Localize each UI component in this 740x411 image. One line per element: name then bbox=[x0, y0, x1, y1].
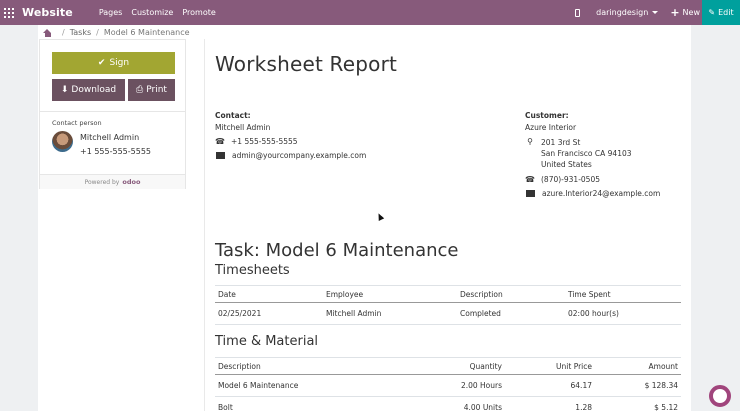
contact-person-phone: +1 555-555-5555 bbox=[80, 147, 152, 156]
col-employee: Employee bbox=[326, 289, 364, 299]
timesheets-table: Date Employee Description Time Spent 02/… bbox=[215, 285, 681, 325]
brand-title[interactable]: Website bbox=[22, 6, 73, 19]
top-navbar: Website Pages Customize Promote daringde… bbox=[0, 0, 740, 25]
contact-label: Contact: bbox=[215, 111, 251, 120]
sign-label: Sign bbox=[109, 58, 130, 68]
col-description: Description bbox=[460, 289, 503, 299]
worksheet-report: Worksheet Report Contact: Mitchell Admin… bbox=[204, 39, 690, 411]
customer-phone: (870)-931-0505 bbox=[541, 175, 600, 184]
contact-person-name: Mitchell Admin bbox=[80, 133, 140, 142]
contact-phone-line: ☎ +1 555-555-5555 bbox=[215, 137, 366, 146]
customer-name: Azure Interior bbox=[525, 123, 577, 132]
customer-phone-line: ☎ (870)-931-0505 bbox=[525, 175, 660, 184]
contact-person-label: Contact person bbox=[52, 119, 102, 127]
table-header: Date Employee Description Time Spent bbox=[215, 285, 681, 303]
customer-email: azure.Interior24@example.com bbox=[542, 189, 661, 198]
table-row: 02/25/2021 Mitchell Admin Completed 02:0… bbox=[215, 303, 681, 325]
edit-button[interactable]: ✎ Edit bbox=[702, 0, 740, 25]
table-row: Model 6 Maintenance 2.00 Hours 64.17 $ 1… bbox=[215, 375, 681, 397]
caret-down-icon bbox=[652, 11, 659, 14]
contact-block: Contact: Mitchell Admin ☎ +1 555-555-555… bbox=[215, 111, 366, 165]
breadcrumb-separator: / bbox=[62, 28, 65, 37]
user-dropdown[interactable]: daringdesign bbox=[596, 8, 659, 17]
breadcrumb-tasks[interactable]: Tasks bbox=[70, 28, 91, 37]
download-label: Download bbox=[71, 85, 117, 95]
col-amount: Amount bbox=[648, 361, 678, 371]
home-icon[interactable] bbox=[43, 28, 52, 37]
customer-block: Customer: Azure Interior ⚲ 201 3rd St Sa… bbox=[525, 111, 660, 203]
powered-by: Powered by odoo bbox=[40, 174, 185, 189]
new-button[interactable]: + New bbox=[670, 7, 700, 18]
apps-grid-icon[interactable] bbox=[4, 7, 14, 18]
contact-email: admin@yourcompany.example.com bbox=[232, 151, 367, 160]
odoo-logo[interactable]: odoo bbox=[122, 178, 140, 186]
nav-item-customize[interactable]: Customize bbox=[131, 8, 173, 17]
nav-item-promote[interactable]: Promote bbox=[182, 8, 215, 17]
time-material-title: Time & Material bbox=[215, 334, 319, 349]
phone-icon: ☎ bbox=[215, 137, 225, 146]
address-street: 201 3rd St bbox=[541, 138, 581, 147]
plus-icon: + bbox=[670, 6, 680, 19]
download-button[interactable]: ⬇ Download bbox=[52, 79, 125, 101]
report-title: Worksheet Report bbox=[215, 52, 398, 76]
breadcrumb-current: Model 6 Maintenance bbox=[103, 28, 190, 37]
print-button[interactable]: ⎙ Print bbox=[128, 79, 175, 101]
powered-by-label: Powered by bbox=[84, 178, 120, 186]
col-description: Description bbox=[218, 361, 261, 371]
print-icon: ⎙ bbox=[136, 85, 144, 95]
customer-address-line: ⚲ 201 3rd St San Francisco CA 94103 Unit… bbox=[525, 137, 660, 170]
sign-button[interactable]: ✔ Sign bbox=[52, 52, 175, 74]
nav-item-pages[interactable]: Pages bbox=[99, 8, 123, 17]
download-icon: ⬇ bbox=[60, 85, 69, 95]
time-material-table: Description Quantity Unit Price Amount M… bbox=[215, 357, 681, 411]
nav-menu: Pages Customize Promote bbox=[99, 8, 225, 17]
table-header: Description Quantity Unit Price Amount bbox=[215, 357, 681, 375]
phone-icon: ☎ bbox=[525, 175, 535, 184]
divider bbox=[40, 111, 185, 112]
new-label: New bbox=[682, 8, 700, 17]
page-container: / Tasks / Model 6 Maintenance ✔ Sign ⬇ D… bbox=[38, 25, 691, 411]
sidebar-card: ✔ Sign ⬇ Download ⎙ Print Contact person… bbox=[39, 39, 186, 189]
col-time-spent: Time Spent bbox=[568, 289, 611, 299]
check-icon: ✔ bbox=[97, 58, 106, 68]
col-quantity: Quantity bbox=[469, 361, 502, 371]
col-date: Date bbox=[218, 289, 236, 299]
print-label: Print bbox=[146, 85, 167, 95]
breadcrumb-separator: / bbox=[96, 28, 99, 37]
customer-email-line: azure.Interior24@example.com bbox=[525, 189, 660, 198]
map-marker-icon: ⚲ bbox=[527, 137, 533, 146]
avatar bbox=[52, 131, 73, 152]
timesheets-title: Timesheets bbox=[215, 263, 290, 278]
table-row: Bolt 4.00 Units 1.28 $ 5.12 bbox=[215, 397, 681, 411]
envelope-icon bbox=[526, 190, 535, 197]
address-city: San Francisco CA 94103 bbox=[541, 149, 632, 158]
edit-label: Edit bbox=[718, 8, 734, 17]
contact-email-line: admin@yourcompany.example.com bbox=[215, 151, 366, 160]
breadcrumb: / Tasks / Model 6 Maintenance bbox=[43, 26, 190, 39]
col-unit-price: Unit Price bbox=[556, 361, 592, 371]
address-country: United States bbox=[541, 160, 592, 169]
customer-label: Customer: bbox=[525, 111, 569, 120]
mobile-preview-icon[interactable] bbox=[575, 8, 581, 17]
contact-phone: +1 555-555-5555 bbox=[231, 137, 298, 146]
user-name: daringdesign bbox=[596, 8, 649, 17]
pencil-icon: ✎ bbox=[708, 8, 716, 17]
livechat-bubble-icon[interactable] bbox=[709, 385, 731, 407]
nav-right: daringdesign + New bbox=[575, 0, 700, 25]
envelope-icon bbox=[216, 152, 225, 159]
contact-name: Mitchell Admin bbox=[215, 123, 271, 132]
task-title: Task: Model 6 Maintenance bbox=[215, 240, 459, 261]
